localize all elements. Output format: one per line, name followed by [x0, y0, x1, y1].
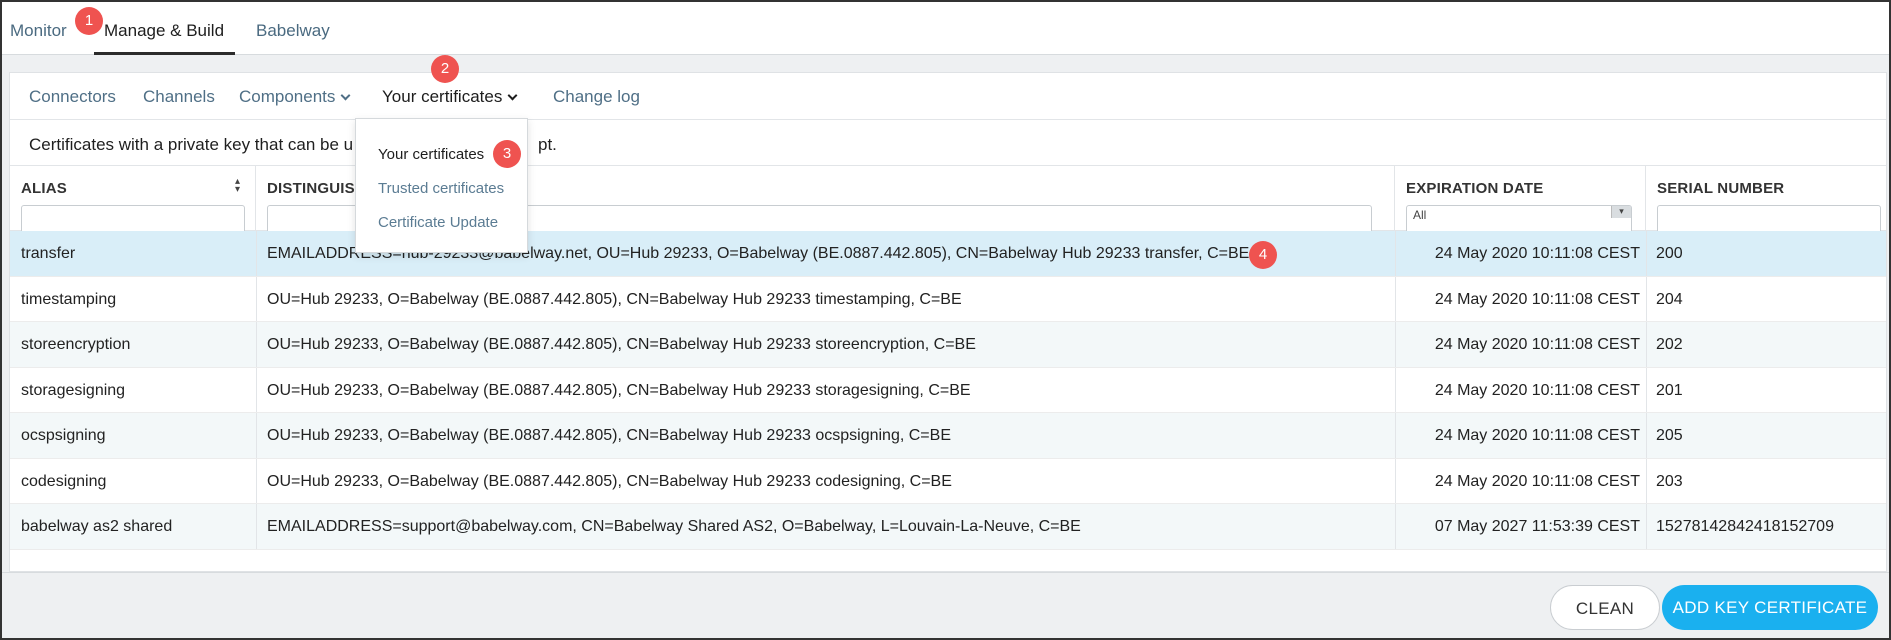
expiration-filter-value: All [1413, 208, 1427, 222]
active-tab-underline [94, 52, 235, 55]
cell-alias: transfer [21, 245, 76, 262]
chevron-down-icon [507, 90, 518, 101]
column-expiration-label: EXPIRATION DATE [1406, 180, 1544, 197]
annotation-badge-3: 3 [493, 140, 521, 168]
cell-serial: 205 [1656, 427, 1683, 444]
add-key-certificate-button[interactable]: ADD KEY CERTIFICATE [1662, 585, 1878, 630]
cell-serial: 202 [1656, 336, 1683, 353]
certificates-panel: Connectors Channels Components Your cert… [9, 72, 1887, 572]
app-window: Monitor Manage & Build Babelway Connecto… [0, 0, 1891, 640]
annotation-badge-1: 1 [75, 7, 103, 35]
tab-manage-build[interactable]: Manage & Build [104, 21, 224, 41]
column-serial-label: SERIAL NUMBER [1657, 180, 1785, 197]
column-alias-label: ALIAS [21, 180, 67, 197]
table-body: transfer EMAILADDRESS=hub-29233@babelway… [10, 231, 1886, 550]
cell-expiration: 07 May 2027 11:53:39 CEST [1434, 518, 1640, 535]
cell-dn: OU=Hub 29233, O=Babelway (BE.0887.442.80… [267, 381, 971, 399]
cell-alias: storagesigning [21, 381, 126, 399]
column-serial-number[interactable]: SERIAL NUMBER [1646, 166, 1886, 235]
table-row[interactable]: babelway as2 shared EMAILADDRESS=support… [10, 504, 1886, 550]
annotation-badge-2: 2 [431, 55, 459, 83]
top-nav: Monitor Manage & Build Babelway [2, 2, 1889, 55]
subnav-change-log[interactable]: Change log [553, 87, 640, 107]
cell-dn: OU=Hub 29233, O=Babelway (BE.0887.442.80… [267, 336, 976, 353]
cell-dn: OU=Hub 29233, O=Babelway (BE.0887.442.80… [267, 427, 951, 444]
cell-dn: EMAILADDRESS=support@babelway.com, CN=Ba… [267, 518, 1081, 535]
subnav-channels[interactable]: Channels [143, 87, 215, 107]
footer-bar: CLEAN ADD KEY CERTIFICATE [2, 572, 1889, 638]
table-row[interactable]: ocspsigning OU=Hub 29233, O=Babelway (BE… [10, 413, 1886, 459]
clean-button[interactable]: CLEAN [1550, 585, 1660, 630]
menu-item-your-certificates[interactable]: Your certificates [378, 146, 484, 163]
subnav-your-certificates[interactable]: Your certificates [382, 87, 518, 107]
table-row[interactable]: storeencryption OU=Hub 29233, O=Babelway… [10, 322, 1886, 368]
cell-serial: 204 [1656, 290, 1683, 308]
cell-alias: ocspsigning [21, 427, 106, 444]
cell-alias: timestamping [21, 290, 117, 308]
dropdown-arrow-icon: ▾ [1611, 206, 1631, 218]
cell-expiration: 24 May 2020 10:11:08 CEST [1434, 245, 1640, 262]
cell-serial: 200 [1656, 245, 1683, 262]
sub-nav: Connectors Channels Components Your cert… [10, 73, 1886, 120]
subnav-connectors[interactable]: Connectors [29, 87, 116, 107]
page-description: Certificates with a private key that can… [29, 135, 353, 155]
column-dn-label: DISTINGUISI [267, 180, 360, 197]
subnav-your-certificates-label: Your certificates [382, 87, 503, 106]
cell-serial: 201 [1656, 381, 1683, 399]
annotation-badge-4: 4 [1249, 241, 1277, 269]
subnav-components-label: Components [239, 87, 336, 106]
tab-babelway[interactable]: Babelway [256, 21, 330, 41]
cell-alias: storeencryption [21, 336, 131, 353]
tab-monitor[interactable]: Monitor [10, 21, 67, 41]
table-row[interactable]: storagesigning OU=Hub 29233, O=Babelway … [10, 367, 1886, 413]
menu-item-trusted-certificates[interactable]: Trusted certificates [378, 180, 504, 197]
description-text-left: Certificates with a private key that can… [29, 135, 354, 154]
table-row[interactable]: transfer EMAILADDRESS=hub-29233@babelway… [10, 231, 1886, 277]
certificates-dropdown-menu: Your certificates Trusted certificates C… [355, 118, 528, 253]
column-expiration-date[interactable]: EXPIRATION DATE All ▾ [1395, 166, 1646, 235]
table-row[interactable]: codesigning OU=Hub 29233, O=Babelway (BE… [10, 458, 1886, 504]
certificates-table: ALIAS ▴ ▾ DISTINGUISI EXPIRATION DATE All… [10, 165, 1886, 550]
column-alias[interactable]: ALIAS ▴ ▾ [10, 166, 256, 235]
table-header: ALIAS ▴ ▾ DISTINGUISI EXPIRATION DATE All… [10, 165, 1886, 235]
cell-dn: OU=Hub 29233, O=Babelway (BE.0887.442.80… [267, 472, 952, 490]
cell-expiration: 24 May 2020 10:11:08 CEST [1434, 381, 1640, 399]
page-description-tail: pt. [538, 135, 557, 155]
table-row[interactable]: timestamping OU=Hub 29233, O=Babelway (B… [10, 276, 1886, 322]
cell-expiration: 24 May 2020 10:11:08 CEST [1434, 290, 1640, 308]
cell-expiration: 24 May 2020 10:11:08 CEST [1434, 336, 1640, 353]
cell-expiration: 24 May 2020 10:11:08 CEST [1434, 472, 1640, 490]
cell-expiration: 24 May 2020 10:11:08 CEST [1434, 427, 1640, 444]
cell-serial: 203 [1656, 472, 1683, 490]
cell-serial: 15278142842418152709 [1656, 518, 1834, 535]
menu-item-certificate-update[interactable]: Certificate Update [378, 214, 498, 231]
cell-alias: codesigning [21, 472, 107, 490]
description-text-right: pt. [538, 135, 557, 154]
subnav-components[interactable]: Components [239, 87, 351, 107]
cell-alias: babelway as2 shared [21, 518, 173, 535]
cell-dn: OU=Hub 29233, O=Babelway (BE.0887.442.80… [267, 290, 962, 308]
chevron-down-icon [340, 90, 351, 101]
sort-icon[interactable]: ▴ ▾ [235, 177, 240, 195]
